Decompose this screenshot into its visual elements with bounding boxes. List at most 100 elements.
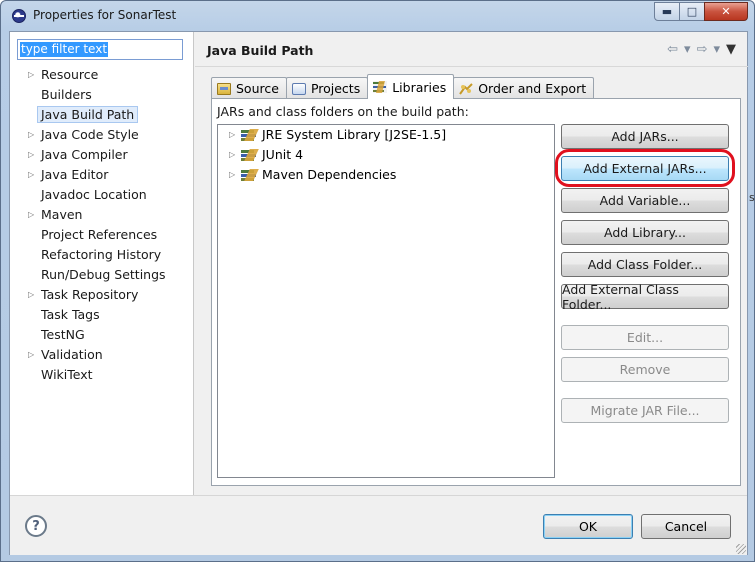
sidebar-item-task-tags[interactable]: Task Tags: [10, 305, 193, 325]
dialog-footer: ? OK Cancel: [10, 495, 747, 555]
sidebar-item-label: Java Editor: [41, 167, 109, 182]
sidebar-item-label: TestNG: [41, 327, 85, 342]
sidebar-item-resource[interactable]: ▷ Resource: [10, 65, 193, 85]
help-icon[interactable]: ?: [25, 515, 47, 537]
add-class-folder-button[interactable]: Add Class Folder...: [561, 252, 729, 277]
sidebar-item-maven[interactable]: ▷ Maven: [10, 205, 193, 225]
view-menu-icon[interactable]: ▼: [726, 42, 736, 57]
back-menu-icon[interactable]: ▾: [684, 42, 691, 57]
maximize-button[interactable]: □: [679, 2, 705, 21]
sidebar-item-label: Maven: [41, 207, 83, 222]
edit-button[interactable]: Edit...: [561, 325, 729, 350]
forward-menu-icon[interactable]: ▾: [713, 42, 720, 57]
expand-icon[interactable]: ▷: [28, 165, 34, 185]
cancel-button[interactable]: Cancel: [641, 514, 731, 539]
expand-icon[interactable]: ▷: [229, 145, 235, 165]
sidebar-item-label: Validation: [41, 347, 103, 362]
sidebar-item-label: Refactoring History: [41, 247, 162, 262]
sidebar-item-label: Project References: [41, 227, 158, 242]
library-label: JUnit 4: [262, 147, 304, 162]
eclipse-icon: [12, 9, 26, 23]
tab-label: Source: [236, 81, 279, 96]
minimize-button[interactable]: ▬: [654, 2, 680, 21]
tab-label: Projects: [310, 81, 361, 96]
tab-libraries[interactable]: Libraries: [367, 74, 455, 99]
sidebar-item-java-editor[interactable]: ▷ Java Editor: [10, 165, 193, 185]
sidebar-item-java-code-style[interactable]: ▷ Java Code Style: [10, 125, 193, 145]
title-bar[interactable]: Properties for SonarTest ▬ □ ✕: [1, 1, 754, 31]
add-variable-button[interactable]: Add Variable...: [561, 188, 729, 213]
page-area: Java Build Path ⇦ ▾ ⇨ ▾ ▼ Source Project…: [195, 32, 748, 495]
tab-projects[interactable]: Projects: [285, 77, 369, 99]
expand-icon[interactable]: ▷: [28, 145, 34, 165]
sidebar-item-label: Javadoc Location: [41, 187, 147, 202]
dialog-client: type filter text ▷ Resource Builders Java B…: [9, 31, 748, 555]
back-arrow-icon[interactable]: ⇦: [667, 42, 678, 57]
page-nav: ⇦ ▾ ⇨ ▾ ▼: [667, 42, 736, 57]
sidebar-item-java-build-path[interactable]: Java Build Path: [10, 105, 193, 125]
sidebar-item-task-repository[interactable]: ▷ Task Repository: [10, 285, 193, 305]
background-text: s: [749, 191, 755, 204]
sidebar-item-wikitext[interactable]: WikiText: [10, 365, 193, 385]
minimize-icon: ▬: [661, 5, 673, 18]
sidebar-item-refactoring-history[interactable]: Refactoring History: [10, 245, 193, 265]
add-jars-button[interactable]: Add JARs...: [561, 124, 729, 149]
library-list[interactable]: ▷ JRE System Library [J2SE-1.5] ▷ JUnit …: [217, 124, 555, 478]
filter-text: type filter text: [20, 42, 109, 57]
ok-button[interactable]: OK: [543, 514, 633, 539]
sidebar-item-java-compiler[interactable]: ▷ Java Compiler: [10, 145, 193, 165]
sidebar-item-javadoc-location[interactable]: Javadoc Location: [10, 185, 193, 205]
sidebar-item-validation[interactable]: ▷ Validation: [10, 345, 193, 365]
tab-order-and-export[interactable]: Order and Export: [453, 77, 595, 99]
sidebar-item-label: WikiText: [41, 367, 93, 382]
library-label: JRE System Library [J2SE-1.5]: [262, 127, 447, 142]
filter-input[interactable]: type filter text: [17, 39, 183, 60]
library-icon: [241, 129, 259, 142]
expand-icon[interactable]: ▷: [28, 345, 34, 365]
tab-label: Libraries: [392, 79, 447, 95]
list-item[interactable]: ▷ JRE System Library [J2SE-1.5]: [218, 125, 554, 145]
expand-icon[interactable]: ▷: [28, 125, 34, 145]
migrate-jar-button[interactable]: Migrate JAR File...: [561, 398, 729, 423]
sidebar-item-label: Task Repository: [41, 287, 139, 302]
source-folder-icon: [217, 82, 231, 95]
tab-strip: Source Projects Libraries Order and Expo…: [211, 74, 595, 99]
build-path-caption: JARs and class folders on the build path…: [217, 104, 469, 119]
libraries-icon: [373, 81, 388, 93]
expand-icon[interactable]: ▷: [28, 205, 34, 225]
property-pages-tree: ▷ Resource Builders Java Build Path ▷ Java Co…: [10, 65, 193, 385]
close-button[interactable]: ✕: [704, 2, 748, 21]
list-item[interactable]: ▷ Maven Dependencies: [218, 165, 554, 185]
list-item[interactable]: ▷ JUnit 4: [218, 145, 554, 165]
sidebar-item-project-references[interactable]: Project References: [10, 225, 193, 245]
tab-source[interactable]: Source: [211, 77, 287, 99]
maximize-icon: □: [686, 5, 698, 18]
close-icon: ✕: [721, 5, 731, 18]
resize-grip[interactable]: [736, 544, 746, 554]
projects-icon: [291, 82, 306, 95]
order-export-icon: [459, 82, 473, 95]
sidebar-item-label: Builders: [41, 87, 92, 102]
forward-arrow-icon[interactable]: ⇨: [697, 42, 708, 57]
sidebar-item-label: Task Tags: [41, 307, 100, 322]
expand-icon[interactable]: ▷: [28, 65, 34, 85]
add-library-button[interactable]: Add Library...: [561, 220, 729, 245]
window-title: Properties for SonarTest: [33, 8, 177, 22]
expand-icon[interactable]: ▷: [28, 285, 34, 305]
expand-icon[interactable]: ▷: [229, 125, 235, 145]
library-label: Maven Dependencies: [262, 167, 397, 182]
add-external-class-folder-button[interactable]: Add External Class Folder...: [561, 282, 729, 312]
page-title: Java Build Path: [207, 43, 314, 58]
sidebar-item-label: Java Code Style: [41, 127, 139, 142]
sidebar-item-builders[interactable]: Builders: [10, 85, 193, 105]
sidebar-item-testng[interactable]: TestNG: [10, 325, 193, 345]
expand-icon[interactable]: ▷: [229, 165, 235, 185]
property-pages-pane: type filter text ▷ Resource Builders Java B…: [10, 32, 194, 495]
tab-label: Order and Export: [478, 81, 587, 96]
library-icon: [241, 169, 259, 182]
sidebar-item-label: Java Compiler: [41, 147, 128, 162]
sidebar-item-label: Java Build Path: [37, 106, 139, 123]
sidebar-item-run-debug-settings[interactable]: Run/Debug Settings: [10, 265, 193, 285]
remove-button[interactable]: Remove: [561, 357, 729, 382]
sidebar-item-label: Resource: [41, 67, 99, 82]
